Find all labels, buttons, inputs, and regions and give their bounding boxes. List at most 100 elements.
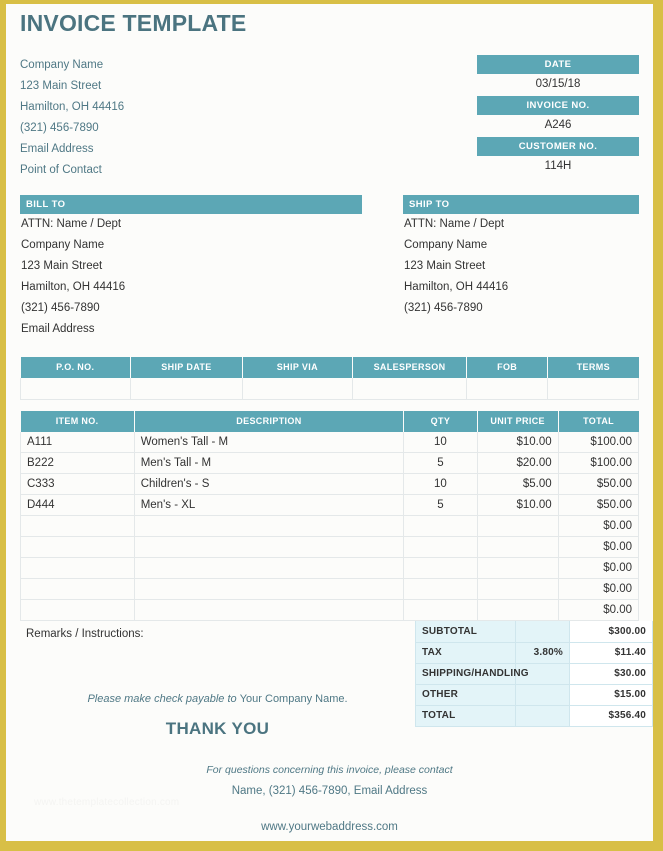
cell-unit-price[interactable]: $10.00 bbox=[476, 494, 559, 517]
table-row: $0.00 bbox=[20, 536, 640, 559]
page-title: INVOICE TEMPLATE bbox=[20, 10, 247, 36]
invoice-meta-block: DATE 03/15/18 INVOICE NO. A246 CUSTOMER … bbox=[477, 55, 639, 178]
col-ship-via: SHIP VIA bbox=[242, 357, 353, 379]
ship-to-heading: SHIP TO bbox=[403, 195, 639, 215]
cell-item-no[interactable]: A111 bbox=[20, 431, 135, 454]
cell-description[interactable] bbox=[133, 515, 405, 538]
cell-item-no[interactable] bbox=[20, 515, 135, 538]
table-row: $0.00 bbox=[20, 578, 640, 601]
bill-to-line[interactable]: ATTN: Name / Dept bbox=[20, 214, 362, 235]
other-value[interactable]: $15.00 bbox=[569, 684, 653, 706]
shipping-value[interactable]: $30.00 bbox=[569, 663, 653, 685]
cell-unit-price[interactable]: $5.00 bbox=[476, 473, 559, 496]
invoice-no-value[interactable]: A246 bbox=[477, 115, 639, 137]
cell-description[interactable]: Women's Tall - M bbox=[133, 431, 405, 454]
payable-note-italic: Please make check payable to bbox=[87, 693, 240, 706]
company-line: Point of Contact bbox=[20, 164, 102, 177]
table-row: C333 Children's - S 10 $5.00 $50.00 bbox=[20, 473, 640, 496]
ship-to-line[interactable]: Company Name bbox=[403, 235, 639, 256]
cell-description[interactable]: Children's - S bbox=[133, 473, 405, 496]
address-section: BILL TO ATTN: Name / Dept Company Name 1… bbox=[20, 195, 639, 340]
bill-to-line[interactable]: 123 Main Street bbox=[20, 256, 362, 277]
col-unit-price: UNIT PRICE bbox=[477, 410, 559, 432]
totals-row-total: TOTAL $356.40 bbox=[415, 705, 653, 727]
company-line: Email Address bbox=[20, 143, 94, 156]
totals-row-subtotal: SUBTOTAL $300.00 bbox=[415, 621, 653, 643]
col-qty: QTY bbox=[403, 410, 478, 432]
cell-qty[interactable] bbox=[403, 515, 478, 538]
invoice-header: Company Name 123 Main Street Hamilton, O… bbox=[20, 55, 639, 181]
cell-unit-price[interactable] bbox=[476, 599, 559, 622]
col-fob: FOB bbox=[466, 357, 549, 379]
cell-qty[interactable] bbox=[403, 536, 478, 559]
shipping-header-row: P.O. NO. SHIP DATE SHIP VIA SALESPERSON … bbox=[20, 357, 639, 379]
ship-to-line[interactable]: ATTN: Name / Dept bbox=[403, 214, 639, 235]
remarks-block: Remarks / Instructions: Please make chec… bbox=[20, 621, 415, 739]
cell-total: $0.00 bbox=[557, 536, 640, 559]
bill-to-line[interactable]: Email Address bbox=[20, 319, 362, 340]
thank-you-text: THANK YOU bbox=[165, 719, 270, 739]
cell-item-no[interactable] bbox=[20, 557, 135, 580]
company-line: (321) 456-7890 bbox=[20, 122, 99, 135]
cell-terms[interactable] bbox=[547, 378, 639, 400]
totals-row-shipping: SHIPPING/HANDLING $30.00 bbox=[415, 663, 653, 685]
cell-unit-price[interactable] bbox=[476, 536, 559, 559]
cell-po-no[interactable] bbox=[20, 378, 131, 400]
ship-to-line[interactable]: (321) 456-7890 bbox=[403, 298, 639, 319]
cell-unit-price[interactable] bbox=[476, 557, 559, 580]
cell-description[interactable] bbox=[133, 578, 405, 601]
bill-to-line[interactable]: Company Name bbox=[20, 235, 362, 256]
cell-fob[interactable] bbox=[466, 378, 549, 400]
cell-qty[interactable] bbox=[403, 557, 478, 580]
cell-item-no[interactable]: C333 bbox=[20, 473, 135, 496]
cell-qty[interactable]: 10 bbox=[403, 473, 478, 496]
bill-to-line[interactable]: (321) 456-7890 bbox=[20, 298, 362, 319]
cell-qty[interactable]: 5 bbox=[403, 494, 478, 517]
cell-ship-date[interactable] bbox=[130, 378, 243, 400]
cell-qty[interactable]: 10 bbox=[403, 431, 478, 454]
subtotal-rate bbox=[514, 621, 571, 643]
customer-no-value[interactable]: 114H bbox=[477, 156, 639, 178]
cell-description[interactable] bbox=[133, 599, 405, 622]
cell-item-no[interactable]: D444 bbox=[20, 494, 135, 517]
other-rate bbox=[514, 684, 571, 706]
cell-total: $50.00 bbox=[557, 494, 640, 517]
bill-to-line[interactable]: Hamilton, OH 44416 bbox=[20, 277, 362, 298]
tax-rate[interactable]: 3.80% bbox=[514, 642, 571, 664]
cell-qty[interactable] bbox=[403, 599, 478, 622]
cell-description[interactable] bbox=[133, 536, 405, 559]
cell-unit-price[interactable] bbox=[476, 515, 559, 538]
cell-item-no[interactable] bbox=[20, 599, 135, 622]
cell-description[interactable]: Men's Tall - M bbox=[133, 452, 405, 475]
cell-qty[interactable]: 5 bbox=[403, 452, 478, 475]
cell-total: $0.00 bbox=[557, 557, 640, 580]
total-value: $356.40 bbox=[569, 705, 653, 727]
cell-item-no[interactable] bbox=[20, 536, 135, 559]
cell-description[interactable]: Men's - XL bbox=[133, 494, 405, 517]
cell-unit-price[interactable]: $10.00 bbox=[476, 431, 559, 454]
cell-unit-price[interactable]: $20.00 bbox=[476, 452, 559, 475]
date-value[interactable]: 03/15/18 bbox=[477, 74, 639, 96]
company-line: Hamilton, OH 44416 bbox=[20, 101, 125, 114]
cell-qty[interactable] bbox=[403, 578, 478, 601]
cell-total: $100.00 bbox=[557, 431, 640, 454]
cell-item-no[interactable]: B222 bbox=[20, 452, 135, 475]
cell-unit-price[interactable] bbox=[476, 578, 559, 601]
ship-to-line[interactable]: Hamilton, OH 44416 bbox=[403, 277, 639, 298]
cell-total: $0.00 bbox=[557, 578, 640, 601]
cell-description[interactable] bbox=[133, 557, 405, 580]
totals-row-tax: TAX 3.80% $11.40 bbox=[415, 642, 653, 664]
cell-total: $100.00 bbox=[557, 452, 640, 475]
cell-item-no[interactable] bbox=[20, 578, 135, 601]
footer-website[interactable]: www.yourwebaddress.com bbox=[20, 818, 639, 836]
table-row: A111 Women's Tall - M 10 $10.00 $100.00 bbox=[20, 431, 640, 454]
shipping-data-row bbox=[20, 378, 639, 400]
totals-block: SUBTOTAL $300.00 TAX 3.80% $11.40 SHIPPI… bbox=[415, 621, 653, 727]
subtotal-value: $300.00 bbox=[569, 621, 653, 643]
line-items-table: ITEM NO. DESCRIPTION QTY UNIT PRICE TOTA… bbox=[20, 410, 640, 622]
col-ship-date: SHIP DATE bbox=[130, 357, 243, 379]
ship-to-line[interactable]: 123 Main Street bbox=[403, 256, 639, 277]
cell-salesperson[interactable] bbox=[351, 378, 468, 400]
cell-ship-via[interactable] bbox=[241, 378, 353, 400]
tax-value: $11.40 bbox=[569, 642, 653, 664]
